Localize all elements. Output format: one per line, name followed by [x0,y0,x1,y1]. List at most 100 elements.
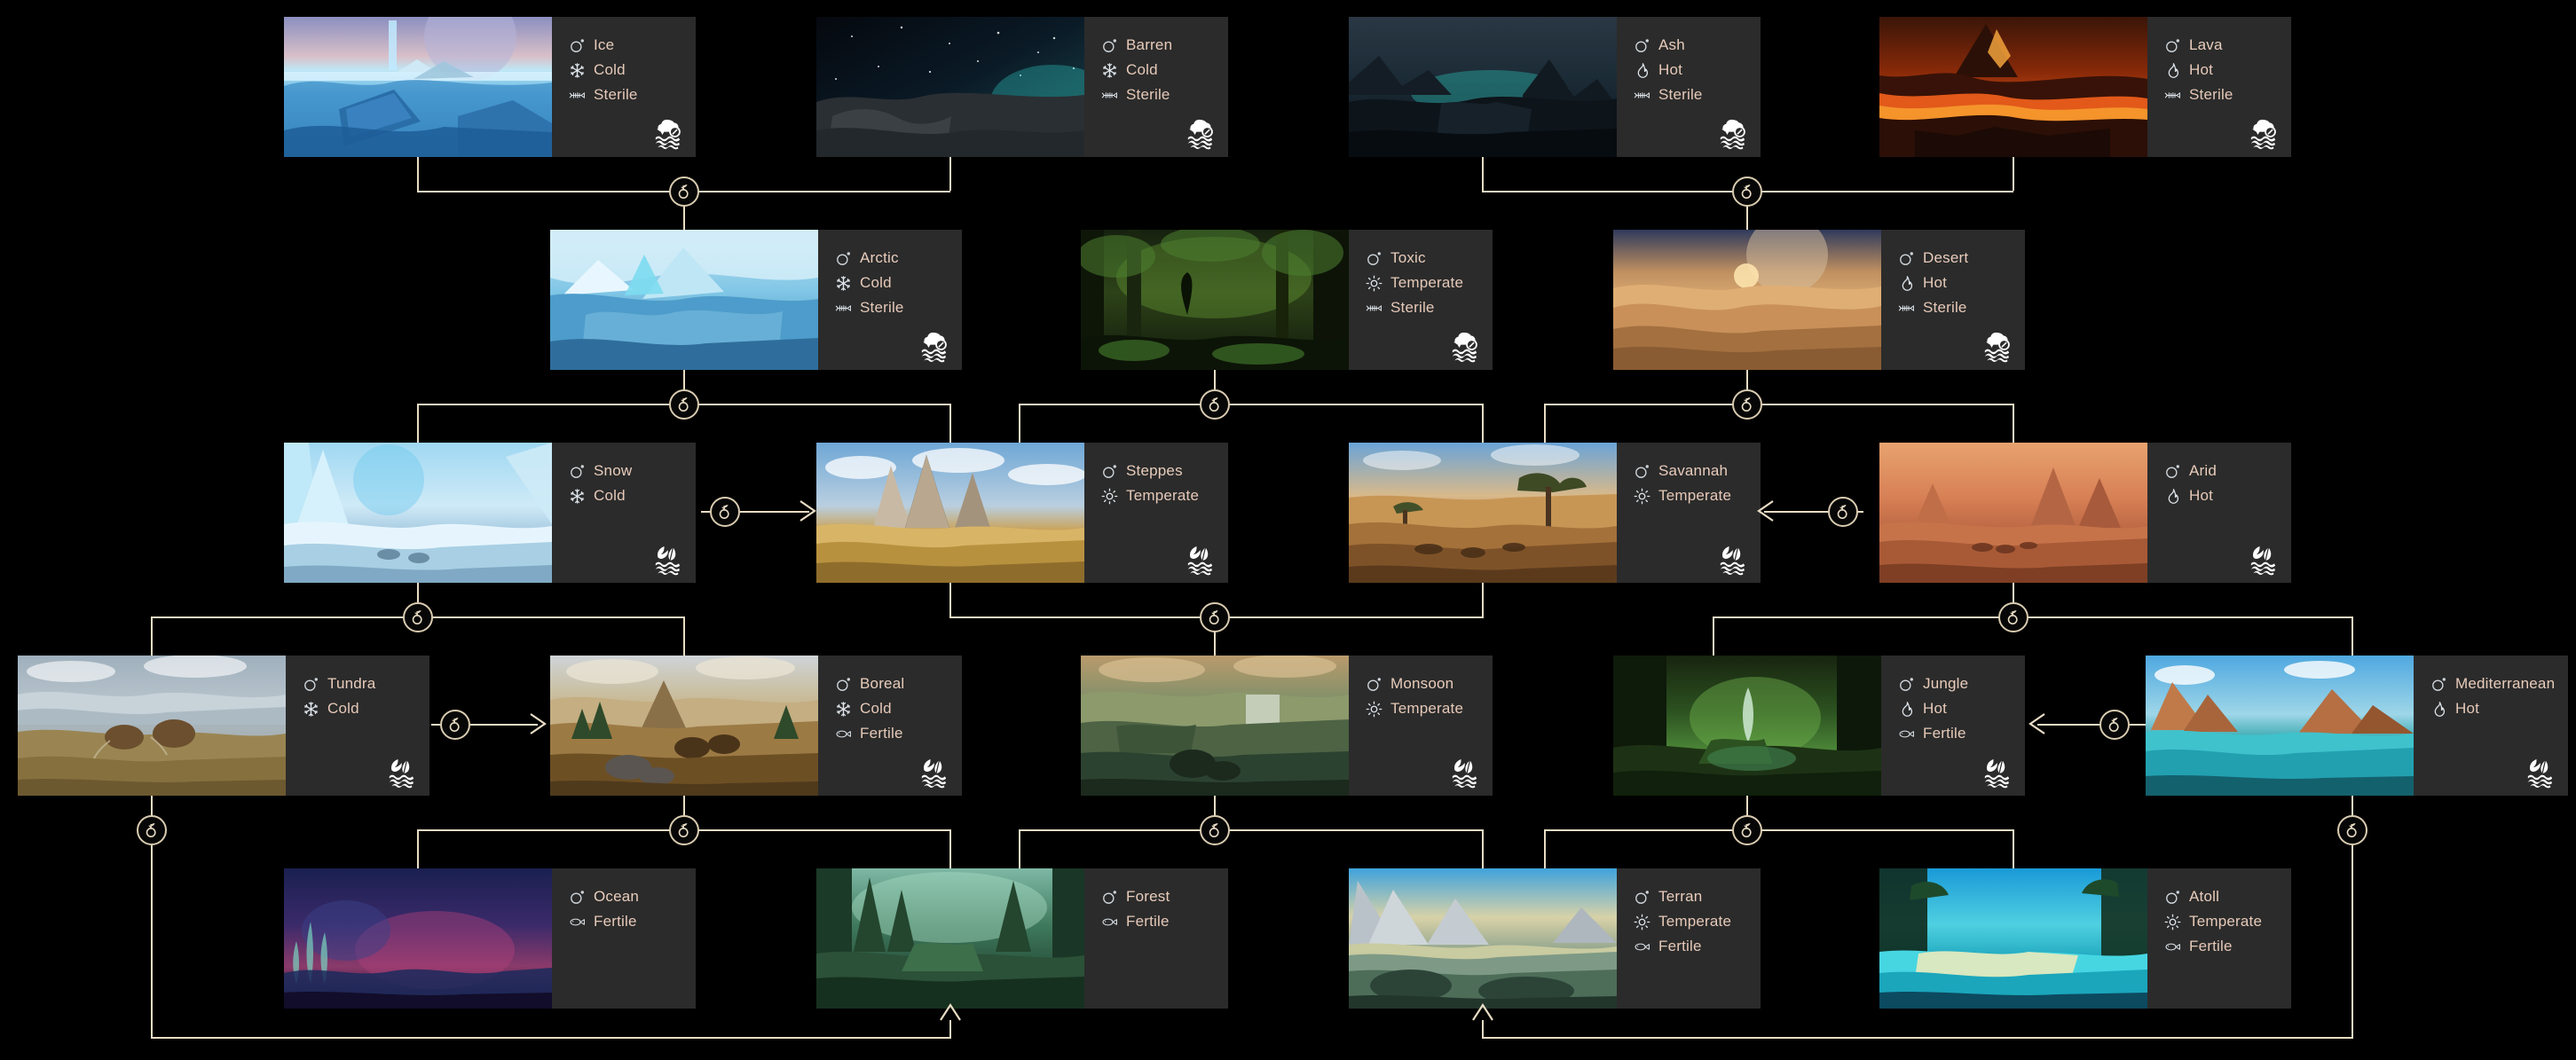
biome-card-desert[interactable]: Desert Hot Sterile [1613,230,2025,370]
connector-line [417,157,419,191]
connector-line [1544,829,1546,868]
arrow-head-up [939,1001,962,1022]
planet-icon [1633,36,1650,54]
attr-life: Sterile [568,82,696,107]
terraform-node[interactable] [710,497,740,527]
biome-thumbnail-tundra [18,656,286,796]
biome-info-barren: Barren Cold Sterile [1084,17,1228,157]
attr-name: Toxic [1365,246,1493,271]
connector-line [417,404,419,443]
biome-card-atoll[interactable]: Atoll Temperate Fertile [1879,868,2291,1009]
biome-thumbnail-monsoon [1081,656,1349,796]
biome-card-jungle[interactable]: Jungle Hot Fertile [1613,656,2025,796]
biome-info-tundra: Tundra Cold [286,656,429,796]
biome-card-ice[interactable]: Ice Cold Sterile [284,17,696,157]
connector-line [417,829,419,868]
connector-line [2037,724,2101,726]
planet-icon [2163,888,2181,906]
biome-card-monsoon[interactable]: Monsoon Temperate [1081,656,1493,796]
attr-temperature: Temperate [1633,483,1761,508]
sun-icon [1633,487,1650,505]
terraform-node[interactable] [2337,815,2367,845]
terraform-node[interactable] [1732,177,1762,207]
attr-temperature: Hot [1897,696,2025,721]
attr-temperature: Hot [2430,696,2568,721]
terraform-node[interactable] [403,602,433,632]
biome-card-ash[interactable]: Ash Hot Sterile [1349,17,1761,157]
terraform-node[interactable] [2099,710,2130,740]
fish-bone-icon [1100,86,1118,104]
biome-card-savannah[interactable]: Savannah Temperate [1349,443,1761,583]
arrow-head-right [529,712,548,735]
biome-info-steppes: Steppes Temperate [1084,443,1228,583]
biome-card-arctic[interactable]: Arctic Cold Sterile [550,230,962,370]
planet-icon [2163,36,2181,54]
attr-name: Jungle [1897,671,2025,696]
attr-life: Sterile [1365,295,1493,320]
sun-icon [1100,487,1118,505]
leaf-water-badge-icon [1183,540,1218,576]
biome-card-terran[interactable]: Terran Temperate Fertile [1349,868,1761,1009]
connector-line [2013,157,2014,191]
terraform-node[interactable] [669,177,699,207]
attr-name: Boreal [834,671,962,696]
biome-card-tundra[interactable]: Tundra Cold [18,656,429,796]
connector-line [1019,404,1482,405]
connector-line [1482,157,1484,191]
biome-card-steppes[interactable]: Steppes Temperate [816,443,1228,583]
attr-life: Fertile [1100,909,1228,934]
terraform-node[interactable] [1998,602,2029,632]
biome-info-terran: Terran Temperate Fertile [1617,868,1761,1009]
terraform-node[interactable] [1732,389,1762,420]
biome-card-snow[interactable]: Snow Cold [284,443,696,583]
attr-name: Terran [1633,884,1761,909]
connector-line [1544,829,2014,831]
biome-info-atoll: Atoll Temperate Fertile [2147,868,2291,1009]
attr-life: Fertile [568,909,696,934]
biome-info-jungle: Jungle Hot Fertile [1881,656,2025,796]
terraform-node[interactable] [669,815,699,845]
biome-thumbnail-lava [1879,17,2147,157]
terraform-node[interactable] [1200,815,1230,845]
attr-name: Forest [1100,884,1228,909]
fish-bone-icon [2163,86,2181,104]
biome-card-lava[interactable]: Lava Hot Sterile [1879,17,2291,157]
fish-icon [568,913,586,930]
biome-thumbnail-forest [816,868,1084,1009]
terraform-node[interactable] [137,815,167,845]
biome-card-ocean[interactable]: Ocean Fertile [284,868,696,1009]
fish-icon [834,725,852,742]
attr-temperature: Cold [834,696,962,721]
biome-thumbnail-arid [1879,443,2147,583]
biome-card-barren[interactable]: Barren Cold Sterile [816,17,1228,157]
terraform-node[interactable] [440,710,470,740]
attr-temperature: Hot [1633,58,1761,82]
biome-card-mediterranean[interactable]: Mediterranean Hot [2146,656,2568,796]
connector-line [151,1037,950,1039]
planet-icon [1100,462,1118,480]
terraform-node[interactable] [1200,602,1230,632]
attr-life: Fertile [834,721,962,746]
attr-temperature: Cold [1100,58,1228,82]
connector-line [949,583,951,616]
biome-card-toxic[interactable]: Toxic Temperate Sterile [1081,230,1493,370]
biome-info-boreal: Boreal Cold Fertile [818,656,962,796]
snowflake-icon [834,700,852,718]
terraform-node[interactable] [1828,497,1858,527]
attr-temperature: Cold [568,58,696,82]
biome-card-arid[interactable]: Arid Hot [1879,443,2291,583]
leaf-water-badge-icon [917,753,952,789]
biome-card-forest[interactable]: Forest Fertile [816,868,1228,1009]
attr-name: Ocean [568,884,696,909]
fish-bone-icon [1633,86,1650,104]
biome-card-boreal[interactable]: Boreal Cold Fertile [550,656,962,796]
connector-line [1019,829,1482,831]
terraform-node[interactable] [1732,815,1762,845]
fish-icon [1100,913,1118,930]
terraform-node[interactable] [1200,389,1230,420]
attr-temperature: Temperate [1365,696,1493,721]
terraform-node[interactable] [669,389,699,420]
snowflake-icon [834,274,852,292]
leaf-water-badge-icon [2246,540,2281,576]
sun-icon [1365,700,1383,718]
